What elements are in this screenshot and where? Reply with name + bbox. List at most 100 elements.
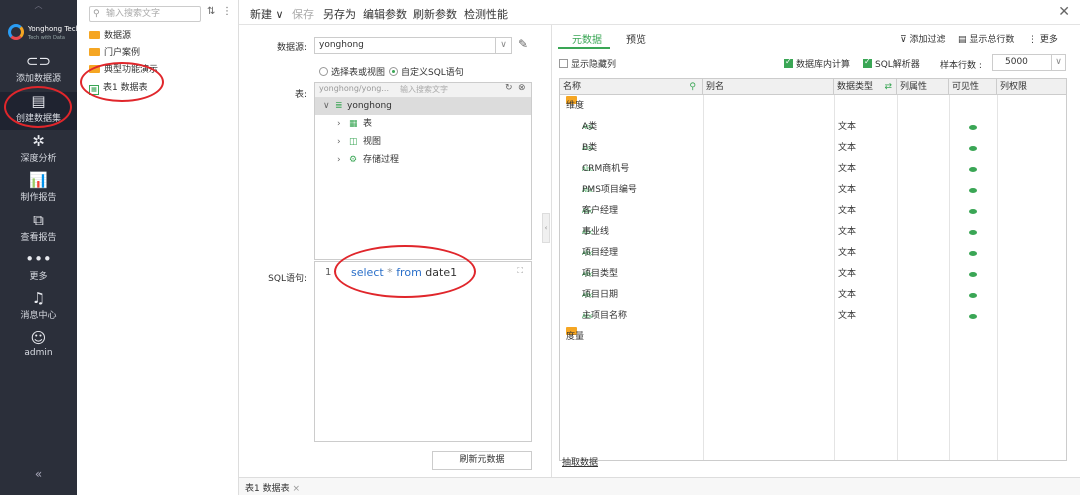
edit-icon[interactable]: ✎ <box>518 37 528 51</box>
filter-icon: ⊽ <box>900 35 907 45</box>
eye-icon[interactable] <box>969 146 977 151</box>
add-filter-button[interactable]: ⊽ 添加过滤 <box>900 32 945 45</box>
table-row[interactable]: Abc PMS项目编号 文本 <box>560 180 1066 201</box>
nav-item-message-center[interactable]: ♫ 消息中心 <box>0 289 77 327</box>
bell-icon: ♫ <box>31 289 46 307</box>
show-total-rows-button[interactable]: ▤ 显示总行数 <box>958 32 1014 45</box>
chevron-up-icon[interactable]: ︿ <box>0 0 77 11</box>
logo-text: Yonghong Tech <box>28 25 81 33</box>
nav-item-more[interactable]: ••• 更多 <box>0 250 77 288</box>
metadata-panel: 元数据 预览 ⊽ 添加过滤 ▤ 显示总行数 ⋮ 更多 显示隐藏列 数据库内计算 … <box>551 25 1080 495</box>
table-row[interactable]: Abc B类 文本 <box>560 138 1066 159</box>
datasource-select[interactable]: yonghong ∨ <box>314 37 512 54</box>
radio-select-table[interactable]: 选择表或视图 <box>319 65 385 78</box>
eye-icon[interactable] <box>969 167 977 172</box>
kebab-menu-icon[interactable]: ⋮ <box>222 6 232 17</box>
chevron-down-icon: ∨ <box>1051 55 1065 70</box>
eye-icon[interactable] <box>969 209 977 214</box>
sql-parser-checkbox[interactable]: SQL解析器 <box>863 57 920 70</box>
tree-search-input[interactable]: ⚲ 输入搜索文字 <box>89 6 201 22</box>
eye-icon[interactable] <box>969 188 977 193</box>
db-calc-checkbox[interactable]: 数据库内计算 <box>784 57 850 70</box>
table-row[interactable]: Abc CRM商机号 文本 <box>560 159 1066 180</box>
col-header-data-type: 数据类型 ⇄ <box>834 79 897 95</box>
datasource-label: 数据源: <box>276 43 307 53</box>
refresh-metadata-button[interactable]: 刷新元数据 <box>432 451 532 470</box>
eye-icon[interactable] <box>969 125 977 130</box>
extract-data-link[interactable]: 抽取数据 <box>562 455 598 468</box>
sync-icon: ⇄ <box>884 82 892 92</box>
save-as-button[interactable]: 另存为 <box>323 6 356 22</box>
data-type-cell: 文本 <box>838 143 857 153</box>
radio-custom-sql[interactable]: 自定义SQL语句 <box>389 65 464 78</box>
table-row[interactable]: Abc 客户经理 文本 <box>560 201 1066 222</box>
sample-rows-label: 样本行数 : <box>940 61 982 71</box>
table-search-input[interactable]: 输入搜索文字 <box>400 84 448 95</box>
table-row[interactable]: Abc 项目日期 文本 <box>560 285 1066 306</box>
table-row[interactable]: Abc 项目经理 文本 <box>560 243 1066 264</box>
col-header-name: 名称 ⚲ <box>560 79 703 95</box>
nav-item-view-report[interactable]: ⧉ 查看报告 <box>0 211 77 249</box>
line-number: 1 <box>325 267 332 278</box>
nav-item-make-report[interactable]: 📊 制作报告 <box>0 171 77 209</box>
nav-item-admin[interactable]: ☺ admin <box>0 329 77 367</box>
col-header-visibility: 可见性 <box>949 79 997 95</box>
logo-subtext: Tech with Data <box>28 35 65 41</box>
eye-icon[interactable] <box>969 251 977 256</box>
collapse-nav-button[interactable]: « <box>0 467 77 481</box>
checkbox-icon <box>559 59 568 68</box>
data-type-cell: 文本 <box>838 185 857 195</box>
folder-row-dimension[interactable]: 维度 <box>560 96 1066 117</box>
chevron-down-icon: ∨ <box>323 101 330 111</box>
folder-icon <box>89 48 100 56</box>
data-type-cell: 文本 <box>838 269 857 279</box>
nav-item-deep-analysis[interactable]: ✲ 深度分析 <box>0 132 77 170</box>
close-icon[interactable]: ✕ <box>1058 4 1070 20</box>
sql-label: SQL语句: <box>268 274 307 284</box>
tree-node-yonghong[interactable]: ∨ ≣ yonghong <box>315 98 531 115</box>
table-row[interactable]: Abc 项目类型 文本 <box>560 264 1066 285</box>
panel-splitter[interactable]: ‹ <box>542 213 550 243</box>
eye-icon[interactable] <box>969 230 977 235</box>
eye-icon[interactable] <box>969 272 977 277</box>
toolbar: 新建 ∨ 保存 另存为 编辑参数 刷新参数 检测性能 ✕ <box>239 0 1080 25</box>
tab-table1-dataset[interactable]: 表1 数据表 × <box>245 481 300 494</box>
new-button[interactable]: 新建 ∨ <box>250 6 284 22</box>
folder-row-measure[interactable]: 度量 <box>560 327 1066 348</box>
save-button[interactable]: 保存 <box>292 6 314 22</box>
col-header-column-attr: 列属性 <box>897 79 949 95</box>
data-type-cell: 文本 <box>838 311 857 321</box>
table-header: 名称 ⚲ 别名 数据类型 ⇄ 列属性 可见性 列权限 <box>560 79 1066 95</box>
refresh-params-button[interactable]: 刷新参数 <box>413 6 457 22</box>
metadata-table: 名称 ⚲ 别名 数据类型 ⇄ 列属性 可见性 列权限 维度 Abc A类 文本 Abc B类… <box>559 78 1067 461</box>
close-icon: × <box>292 484 301 494</box>
clear-icon[interactable]: ⊗ <box>518 83 526 93</box>
expand-icon[interactable]: ⛶ <box>517 266 523 276</box>
tab-metadata[interactable]: 元数据 <box>572 31 602 46</box>
analysis-icon: ✲ <box>32 132 45 150</box>
data-type-cell: 文本 <box>838 164 857 174</box>
tree-item-datasource[interactable]: 数据源 <box>89 28 131 44</box>
table-row[interactable]: Abc 事业线 文本 <box>560 222 1066 243</box>
tab-preview[interactable]: 预览 <box>626 31 646 46</box>
edit-params-button[interactable]: 编辑参数 <box>363 6 407 22</box>
radio-icon <box>319 67 328 76</box>
folder-icon <box>89 31 100 39</box>
sort-icon[interactable]: ⇅ <box>207 6 215 17</box>
eye-icon[interactable] <box>969 293 977 298</box>
table-browser: yonghong/yong... 输入搜索文字 ↻ ⊗ ∨ ≣ yonghong… <box>314 82 532 260</box>
tree-item-portal-cases[interactable]: 门户案例 <box>89 45 140 61</box>
nav-item-add-datasource[interactable]: ⊂⊃ 添加数据源 <box>0 52 77 90</box>
table-row[interactable]: Abc 主项目名称 文本 <box>560 306 1066 327</box>
eye-icon[interactable] <box>969 314 977 319</box>
table-row[interactable]: Abc A类 文本 <box>560 117 1066 138</box>
show-hidden-columns-checkbox[interactable]: 显示隐藏列 <box>559 57 616 70</box>
refresh-icon[interactable]: ↻ <box>505 83 513 93</box>
rows-icon: ▤ <box>958 35 967 45</box>
sample-rows-select[interactable]: 5000 ∨ <box>992 54 1066 71</box>
col-header-alias: 别名 <box>703 79 834 95</box>
more-button[interactable]: ⋮ 更多 <box>1028 32 1058 45</box>
checkbox-checked-icon <box>784 57 793 68</box>
check-performance-button[interactable]: 检测性能 <box>464 6 508 22</box>
view-report-icon: ⧉ <box>33 211 44 229</box>
